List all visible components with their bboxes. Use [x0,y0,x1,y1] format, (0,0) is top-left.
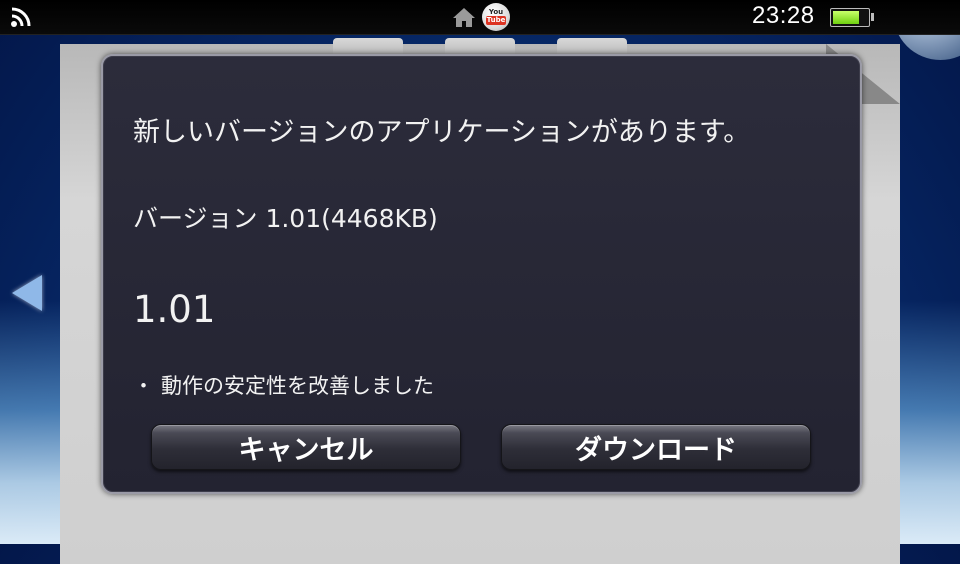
battery-icon [830,8,874,27]
battery-nub [871,13,874,21]
release-note-item: ・動作の安定性を改善しました [133,370,434,400]
youtube-icon[interactable]: You Tube [482,3,510,31]
version-size-line: バージョン 1.01(4468KB) [133,204,438,233]
bullet: ・ [133,374,154,398]
download-button[interactable]: ダウンロード [501,424,811,470]
home-icon[interactable] [452,6,476,28]
update-dialog: 新しいバージョンのアプリケーションがあります。 バージョン 1.01(4468K… [101,54,862,494]
wifi-icon [11,7,31,27]
youtube-icon-text-top: You [488,8,504,16]
release-note-text: 動作の安定性を改善しました [161,374,434,398]
previous-page-arrow-icon[interactable] [12,275,42,311]
clock: 23:28 [752,2,815,29]
version-number: 1.01 [133,288,216,331]
cancel-button[interactable]: キャンセル [151,424,461,470]
status-bar: You Tube 23:28 [0,0,960,35]
youtube-icon-text-bottom: Tube [485,16,507,25]
update-message: 新しいバージョンのアプリケーションがあります。 [133,117,751,148]
battery-level [833,11,860,24]
